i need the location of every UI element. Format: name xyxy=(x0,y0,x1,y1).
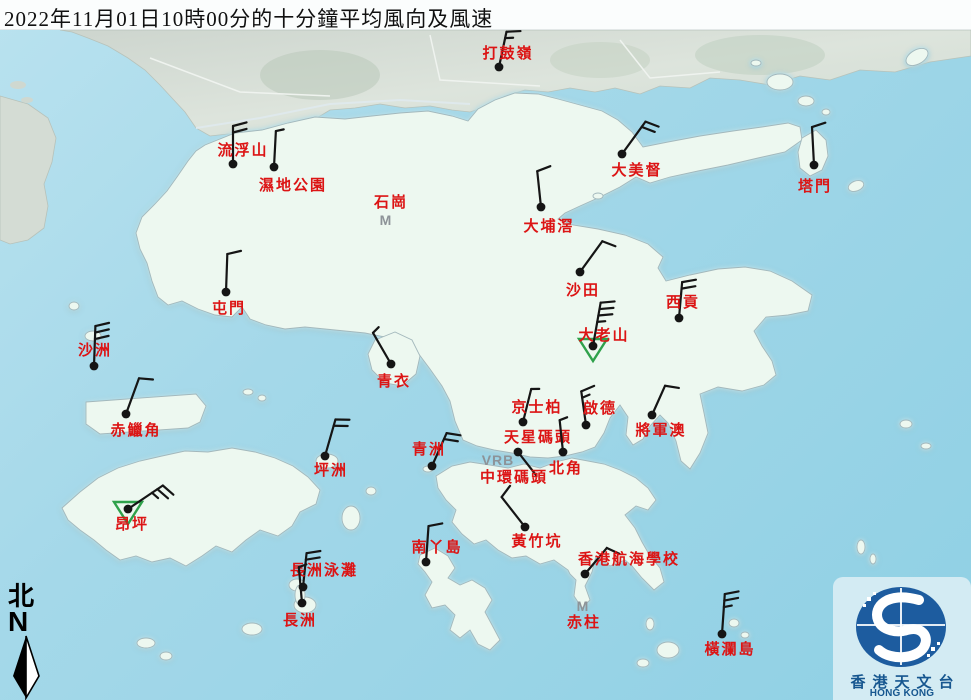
station-label: 橫瀾島 xyxy=(704,640,755,658)
station-dot xyxy=(521,523,530,532)
station-dot xyxy=(298,599,307,608)
hko-logo: 香港天文台 HONG KONG OBSERVATORY xyxy=(833,577,971,700)
station-label: 塔門 xyxy=(798,177,832,195)
wind-barb-icon xyxy=(722,591,739,634)
station-dot xyxy=(122,410,131,419)
station-label: 赤鱲角 xyxy=(110,421,161,439)
station-marker-m: M xyxy=(380,212,393,228)
station-label: 將軍澳 xyxy=(635,421,686,439)
station-label: 南丫島 xyxy=(411,538,462,556)
station-dot xyxy=(222,288,231,297)
station-label: 沙洲 xyxy=(78,342,112,359)
station-marker-m: M xyxy=(577,598,590,614)
station-label: 大埔滘 xyxy=(523,217,574,235)
station-label: 中環碼頭 xyxy=(480,468,548,486)
station-dot xyxy=(124,505,133,514)
station-label: 長洲 xyxy=(283,612,317,629)
station-dot xyxy=(582,421,591,430)
station-label: 青衣 xyxy=(377,372,411,390)
station-dot xyxy=(422,558,431,567)
station-label: 沙田 xyxy=(566,282,600,299)
station-label: 大老山 xyxy=(578,326,629,344)
station-label: 黃竹坑 xyxy=(511,532,562,550)
station-dot xyxy=(387,360,396,369)
lamma-island-shape xyxy=(418,548,500,650)
north-arrow-icon xyxy=(4,634,52,700)
lantau-island xyxy=(62,448,320,566)
hong-kong-landmass xyxy=(62,45,931,667)
station-dot xyxy=(581,570,590,579)
station-label: 啟德 xyxy=(583,399,617,417)
station-label: 京士柏 xyxy=(511,398,562,416)
station-stanley: M赤柱 xyxy=(567,598,601,631)
station-green-island: 青洲 xyxy=(412,433,460,470)
north-indicator: 北 N xyxy=(4,584,52,700)
station-label: 打鼓嶺 xyxy=(482,44,533,62)
hko-emblem-icon xyxy=(833,577,971,670)
station-dot xyxy=(576,268,585,277)
station-label: 香港航海學校 xyxy=(578,550,680,568)
station-dot xyxy=(648,411,657,420)
station-dot xyxy=(559,448,568,457)
station-label: 大美督 xyxy=(611,161,662,179)
hong-kong-map: 打鼓嶺流浮山濕地公園M石崗大美督塔門大埔滘沙田西貢大老山屯門沙洲赤鱲角青衣京士柏… xyxy=(0,0,971,700)
map-title: 2022年11月01日10時00分的十分鐘平均風向及風速 xyxy=(0,0,971,33)
station-dot xyxy=(675,314,684,323)
station-dot xyxy=(229,160,238,169)
station-dot xyxy=(495,63,504,72)
station-dot xyxy=(321,452,330,461)
station-label: 赤柱 xyxy=(567,613,601,631)
station-dot xyxy=(519,418,528,427)
station-label: 北角 xyxy=(549,459,583,477)
station-dot xyxy=(428,462,437,471)
station-label: 濕地公園 xyxy=(259,176,327,194)
station-dot xyxy=(810,161,819,170)
wind-map-screen: 打鼓嶺流浮山濕地公園M石崗大美督塔門大埔滘沙田西貢大老山屯門沙洲赤鱲角青衣京士柏… xyxy=(0,0,971,700)
hko-logo-english: HONG KONG OBSERVATORY xyxy=(833,688,971,700)
wind-barb-icon xyxy=(325,419,349,456)
station-dot xyxy=(718,630,727,639)
title-bar: 2022年11月01日10時00分的十分鐘平均風向及風速 xyxy=(0,0,971,30)
station-dot xyxy=(537,203,546,212)
station-hk-sea-school: 香港航海學校 xyxy=(578,548,680,578)
station-dot xyxy=(90,362,99,371)
station-label: 西貢 xyxy=(666,294,700,311)
north-letter-label: N xyxy=(8,610,52,634)
station-sha-chau: 沙洲 xyxy=(78,323,112,371)
station-label: 坪洲 xyxy=(314,462,348,479)
station-label: 昂坪 xyxy=(115,516,149,533)
station-label: 流浮山 xyxy=(217,141,268,159)
station-dot xyxy=(618,150,627,159)
station-label: 石崗 xyxy=(373,193,408,211)
station-peng-chau: 坪洲 xyxy=(314,419,349,479)
station-marker-vrb: VRB xyxy=(482,452,515,468)
station-dot xyxy=(514,448,523,457)
station-dot xyxy=(270,163,279,172)
station-label: 屯門 xyxy=(212,299,246,317)
station-label: 青洲 xyxy=(412,440,446,458)
